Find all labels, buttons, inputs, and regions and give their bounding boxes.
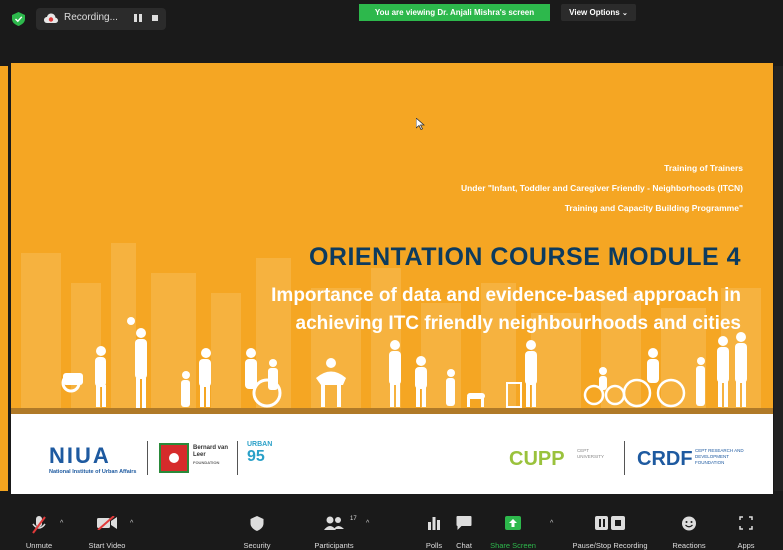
- slide-subtitle-line2: achieving ITC friendly neighbourhoods an…: [295, 313, 742, 334]
- left-edge-strip: [0, 66, 8, 491]
- cupp-logo: CUPP: [509, 448, 565, 470]
- shield-icon: [250, 516, 264, 531]
- view-options-label: View Options: [569, 8, 620, 17]
- share-options-button[interactable]: ^: [548, 506, 558, 550]
- pause-recording-icon[interactable]: [134, 14, 142, 22]
- bvl-logo-mark: [159, 443, 189, 473]
- bar-chart-icon: [428, 517, 440, 530]
- reactions-button[interactable]: Reactions: [666, 506, 712, 550]
- niua-logo-caption: National Institute of Urban Affairs: [49, 469, 137, 475]
- meeting-toolbar: Unmute ^ Start Video ^ Security 17 Parti…: [0, 506, 783, 550]
- viewing-screen-banner: You are viewing Dr. Anjali Mishra's scre…: [359, 4, 550, 21]
- security-label: Security: [243, 541, 271, 550]
- pause-stop-icon: [595, 516, 625, 530]
- urban95-logo-bottom: 95: [247, 448, 265, 465]
- chevron-down-icon: ⌄: [621, 10, 628, 17]
- chevron-up-icon: ^: [60, 520, 64, 527]
- urban95-logo-top: URBAN: [247, 441, 273, 448]
- slide-line-training: Training of Trainers: [664, 163, 743, 173]
- participants-label: Participants: [314, 541, 354, 550]
- logo-divider: [237, 441, 238, 475]
- unmute-label: Unmute: [25, 541, 53, 550]
- meeting-topbar: Recording... You are viewing Dr. Anjali …: [0, 0, 783, 40]
- stop-recording-icon[interactable]: [152, 15, 158, 21]
- pause-stop-label: Pause/Stop Recording: [572, 541, 648, 550]
- slide-line-programme: Training and Capacity Building Programme…: [564, 203, 743, 213]
- slide-line-under: Under "Infant, Toddler and Caregiver Fri…: [460, 183, 743, 193]
- polls-button[interactable]: Polls: [418, 506, 450, 550]
- polls-label: Polls: [425, 541, 443, 550]
- pause-stop-recording-button[interactable]: Pause/Stop Recording: [566, 506, 654, 550]
- share-screen-label: Share Screen: [490, 541, 536, 550]
- start-video-label: Start Video: [88, 541, 126, 550]
- video-options-button[interactable]: ^: [128, 506, 138, 550]
- audio-options-button[interactable]: ^: [58, 506, 68, 550]
- recording-indicator[interactable]: Recording...: [36, 8, 166, 30]
- logo-divider: [147, 441, 148, 475]
- niua-logo: NIUA National Institute of Urban Affairs: [49, 443, 137, 475]
- bvl-logo-name: Bernard van Leer: [193, 445, 229, 458]
- mouse-pointer-icon: [415, 117, 426, 133]
- chat-bubble-icon: [456, 516, 472, 530]
- chevron-up-icon: ^: [130, 520, 134, 527]
- view-options-button[interactable]: View Options ⌄: [561, 4, 636, 21]
- bvl-logo-foundation: FOUNDATION: [193, 460, 220, 465]
- participants-icon: [324, 516, 344, 530]
- microphone-muted-icon: [32, 516, 46, 534]
- slide-title: ORIENTATION COURSE MODULE 4: [308, 243, 741, 271]
- start-video-button[interactable]: Start Video: [82, 506, 132, 550]
- apps-label: Apps: [737, 541, 755, 550]
- logo-divider: [624, 441, 625, 475]
- security-button[interactable]: Security: [234, 506, 280, 550]
- share-screen-button[interactable]: Share Screen: [487, 506, 539, 550]
- participants-options-button[interactable]: ^: [364, 506, 374, 550]
- chat-button[interactable]: Chat: [448, 506, 480, 550]
- chevron-up-icon: ^: [366, 520, 370, 527]
- smiley-icon: [682, 516, 696, 531]
- crdf-logo-caption: CEPT RESEARCH AND DEVELOPMENT FOUNDATION: [695, 448, 744, 465]
- share-screen-icon: [505, 516, 521, 530]
- cupp-logo-caption: CEPT UNIVERSITY: [577, 448, 605, 459]
- cloud-recording-icon: [44, 13, 58, 23]
- shared-slide: Training of Trainers Under "Infant, Todd…: [11, 63, 773, 494]
- chevron-up-icon: ^: [550, 520, 554, 527]
- urban95-logo: URBAN 95: [247, 441, 281, 475]
- crdf-logo: CRDF: [637, 448, 693, 470]
- unmute-button[interactable]: Unmute: [18, 506, 60, 550]
- shield-icon: [12, 12, 25, 26]
- slide-subtitle-line1: Importance of data and evidence-based ap…: [271, 285, 741, 306]
- apps-button[interactable]: Apps: [730, 506, 762, 550]
- participants-button[interactable]: 17 Participants: [306, 506, 362, 550]
- niua-logo-mark: NIUA: [49, 443, 111, 468]
- video-off-icon: [97, 516, 117, 530]
- recording-label: Recording...: [64, 12, 118, 23]
- participants-count: 17: [350, 516, 357, 522]
- reactions-label: Reactions: [672, 541, 706, 550]
- apps-icon: [739, 516, 753, 530]
- chat-label: Chat: [456, 541, 472, 550]
- right-edge-strip: [774, 66, 783, 491]
